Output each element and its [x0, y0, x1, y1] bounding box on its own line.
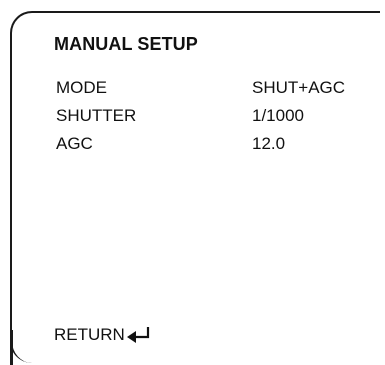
enter-arrow-icon: [126, 327, 149, 343]
osd-frame: [10, 11, 380, 363]
menu-row-agc[interactable]: AGC 12.0: [56, 134, 366, 158]
osd-frame-edge: [10, 330, 13, 365]
menu-row-value[interactable]: SHUT+AGC: [252, 78, 345, 98]
menu-row-value[interactable]: 1/1000: [252, 106, 304, 126]
return-button[interactable]: RETURN: [54, 321, 152, 345]
return-label: RETURN: [54, 325, 125, 344]
menu-row-value[interactable]: 12.0: [252, 134, 285, 154]
menu-title: MANUAL SETUP: [54, 34, 198, 54]
menu-row-label: SHUTTER: [56, 106, 137, 125]
menu-row-shutter[interactable]: SHUTTER 1/1000: [56, 106, 366, 130]
menu-row-label: MODE: [56, 78, 107, 97]
menu-row-mode[interactable]: MODE SHUT+AGC: [56, 78, 366, 102]
menu-row-label: AGC: [56, 134, 93, 153]
